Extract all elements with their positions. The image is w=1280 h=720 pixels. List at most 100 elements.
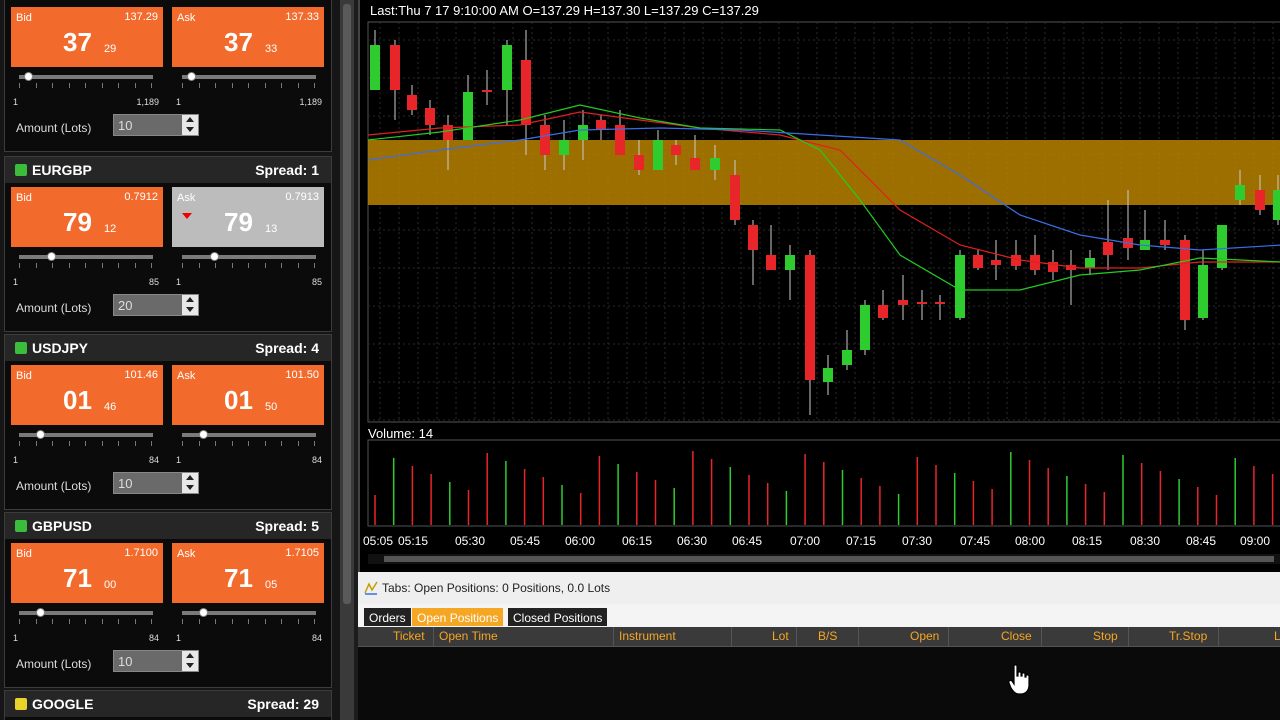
slider-knob[interactable] bbox=[36, 608, 45, 617]
ask-lots-slider[interactable] bbox=[182, 72, 316, 81]
tab-closed-positions[interactable]: Closed Positions bbox=[508, 608, 608, 626]
ask-label: Ask bbox=[177, 12, 196, 24]
stepper-up-icon[interactable] bbox=[186, 297, 194, 302]
col-buy-sell[interactable]: B/S bbox=[818, 629, 837, 643]
time-tick-label: 08:15 bbox=[1072, 534, 1102, 548]
slider-ticks bbox=[19, 619, 153, 625]
amount-value: 10 bbox=[118, 654, 133, 669]
candle bbox=[1235, 185, 1245, 200]
candle bbox=[730, 175, 740, 220]
stepper-up-icon[interactable] bbox=[186, 653, 194, 658]
stepper-up-icon[interactable] bbox=[186, 475, 194, 480]
stepper-down-icon[interactable] bbox=[186, 307, 194, 312]
price-chart[interactable]: 05:05 05:15 05:30 05:45 06:00 06:15 06:30 06:45… bbox=[358, 0, 1280, 572]
tab-orders[interactable]: Orders bbox=[364, 608, 411, 626]
stepper-buttons[interactable] bbox=[182, 115, 198, 135]
col-ticket[interactable]: Ticket bbox=[393, 629, 425, 643]
stepper-down-icon[interactable] bbox=[186, 127, 194, 132]
stepper-down-icon[interactable] bbox=[186, 485, 194, 490]
slider-knob[interactable] bbox=[199, 430, 208, 439]
stepper-buttons[interactable] bbox=[182, 473, 198, 493]
stepper-up-icon[interactable] bbox=[186, 117, 194, 122]
instrument-header[interactable]: GOOGLE Spread: 29 bbox=[5, 691, 331, 717]
instrument-header[interactable]: GBPUSD Spread: 5 bbox=[5, 513, 331, 539]
scrollbar-thumb[interactable] bbox=[343, 4, 351, 604]
candle bbox=[1103, 242, 1113, 255]
bid-button[interactable]: Bid 137.29 37 29 bbox=[11, 7, 163, 67]
candle bbox=[425, 108, 435, 125]
slider-knob[interactable] bbox=[199, 608, 208, 617]
time-tick-label: 05:05 bbox=[363, 534, 393, 548]
slider-ticks bbox=[182, 441, 316, 447]
ask-lots-slider[interactable] bbox=[182, 252, 316, 261]
instrument-symbol: GOOGLE bbox=[32, 696, 94, 712]
slider-knob[interactable] bbox=[210, 252, 219, 261]
slider-max: 84 bbox=[148, 455, 159, 465]
time-tick-label: 05:45 bbox=[510, 534, 540, 548]
col-trailing-stop[interactable]: Tr.Stop bbox=[1169, 629, 1207, 643]
slider-knob[interactable] bbox=[36, 430, 45, 439]
stepper-buttons[interactable] bbox=[182, 651, 198, 671]
slider-min: 1 bbox=[13, 277, 19, 287]
ask-button[interactable]: Ask 0.7913 79 13 bbox=[172, 187, 324, 247]
bid-big-digits: 71 bbox=[63, 563, 92, 593]
down-arrow-icon bbox=[182, 213, 192, 219]
candle bbox=[370, 45, 380, 90]
bid-button[interactable]: Bid 0.7912 79 12 bbox=[11, 187, 163, 247]
amount-stepper[interactable]: 10 bbox=[113, 650, 199, 672]
instrument-header[interactable]: EURGBP Spread: 1 bbox=[5, 157, 331, 183]
candle bbox=[578, 125, 588, 140]
chart-scrollbar-thumb bbox=[384, 556, 1274, 562]
amount-value: 10 bbox=[118, 118, 133, 133]
ask-button[interactable]: Ask 137.33 37 33 bbox=[172, 7, 324, 67]
positions-grid: Ticket Open Time Instrument Lot B/S Open… bbox=[358, 627, 1280, 720]
bid-lots-slider[interactable] bbox=[19, 430, 153, 439]
candle bbox=[1085, 258, 1095, 268]
candle bbox=[1198, 265, 1208, 318]
bid-lots-slider[interactable] bbox=[19, 72, 153, 81]
candle bbox=[955, 255, 965, 318]
bid-big-digits: 01 bbox=[63, 385, 92, 415]
amount-stepper[interactable]: 10 bbox=[113, 114, 199, 136]
amount-stepper[interactable]: 10 bbox=[113, 472, 199, 494]
tab-open-positions[interactable]: Open Positions bbox=[412, 608, 504, 626]
candle bbox=[898, 300, 908, 305]
stepper-down-icon[interactable] bbox=[186, 663, 194, 668]
col-instrument[interactable]: Instrument bbox=[619, 629, 676, 643]
time-tick-label: 05:15 bbox=[398, 534, 428, 548]
col-open[interactable]: Open bbox=[910, 629, 939, 643]
candle bbox=[671, 145, 681, 155]
ask-lots-slider[interactable] bbox=[182, 608, 316, 617]
slider-ticks bbox=[182, 83, 316, 89]
instrument-header[interactable]: USDJPY Spread: 4 bbox=[5, 335, 331, 361]
bid-lots-slider[interactable] bbox=[19, 608, 153, 617]
bid-button[interactable]: Bid 101.46 01 46 bbox=[11, 365, 163, 425]
time-tick-label: 07:00 bbox=[790, 534, 820, 548]
candle bbox=[878, 305, 888, 318]
col-l[interactable]: L bbox=[1274, 629, 1280, 643]
candle bbox=[1011, 255, 1021, 266]
col-open-time[interactable]: Open Time bbox=[439, 629, 498, 643]
col-lot[interactable]: Lot bbox=[772, 629, 789, 643]
ask-big-digits: 01 bbox=[224, 385, 253, 415]
slider-knob[interactable] bbox=[24, 72, 33, 81]
ask-button[interactable]: Ask 101.50 01 50 bbox=[172, 365, 324, 425]
bid-lots-slider[interactable] bbox=[19, 252, 153, 261]
bid-full-price: 1.7100 bbox=[124, 547, 158, 559]
ask-big-digits: 71 bbox=[224, 563, 253, 593]
stepper-buttons[interactable] bbox=[182, 295, 198, 315]
instrument-panel-list: Bid 137.29 37 29 1 1,189 Ask 137.33 37 33 1 1,189 Am… bbox=[0, 0, 340, 720]
slider-knob[interactable] bbox=[47, 252, 56, 261]
bid-button[interactable]: Bid 1.7100 71 00 bbox=[11, 543, 163, 603]
slider-max: 84 bbox=[311, 633, 322, 643]
slider-knob[interactable] bbox=[187, 72, 196, 81]
ask-lots-slider[interactable] bbox=[182, 430, 316, 439]
chart-canvas[interactable]: 05:05 05:15 05:30 05:45 06:00 06:15 06:30 06:45… bbox=[360, 0, 1280, 572]
ask-button[interactable]: Ask 1.7105 71 05 bbox=[172, 543, 324, 603]
ask-big-digits: 37 bbox=[224, 27, 253, 57]
left-scrollbar[interactable] bbox=[340, 0, 354, 720]
col-stop[interactable]: Stop bbox=[1093, 629, 1118, 643]
amount-stepper[interactable]: 20 bbox=[113, 294, 199, 316]
slider-max: 85 bbox=[148, 277, 159, 287]
col-close[interactable]: Close bbox=[1001, 629, 1032, 643]
